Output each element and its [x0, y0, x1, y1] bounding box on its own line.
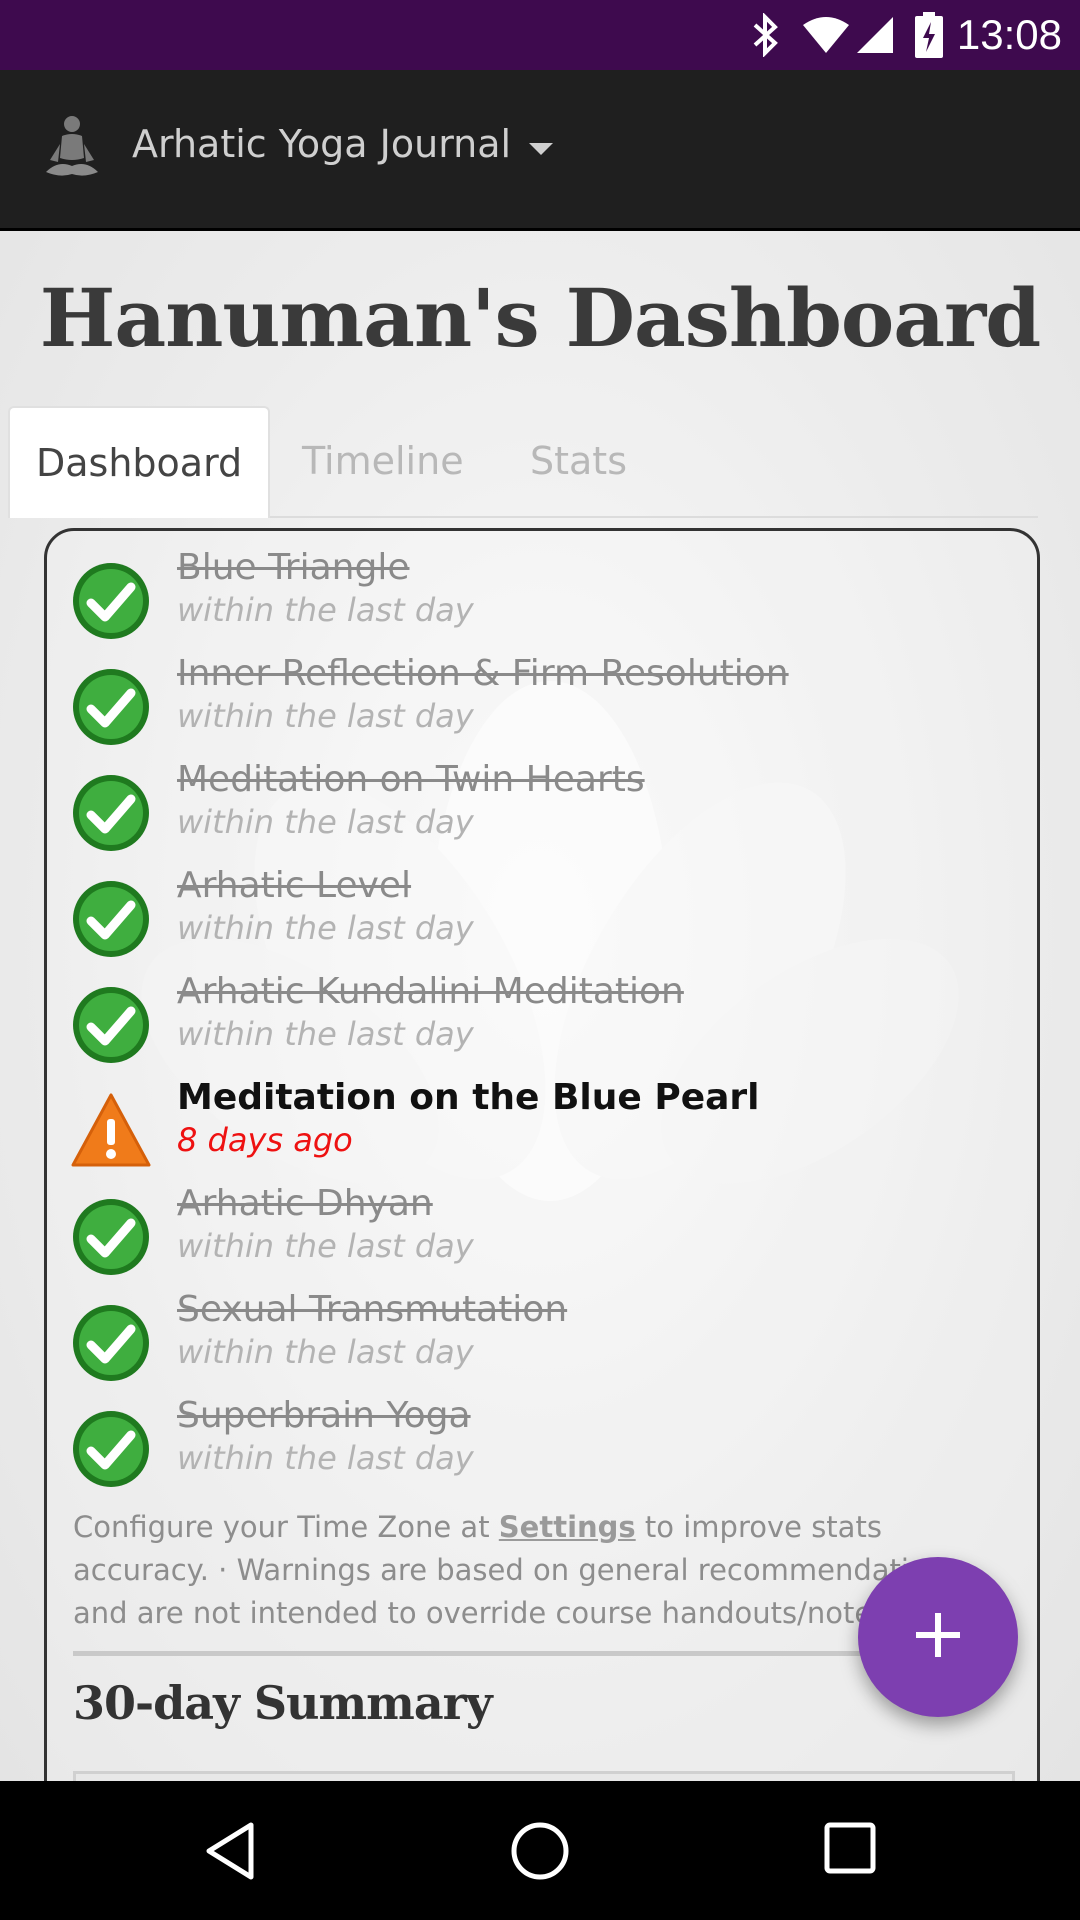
practice-name: Superbrain Yoga: [177, 1395, 471, 1436]
summary-title: 30-day Summary: [73, 1676, 493, 1730]
home-icon[interactable]: [510, 1821, 570, 1885]
app-title: Arhatic Yoga Journal: [132, 122, 512, 166]
practice-item[interactable]: Arhatic Dhyan within the last day: [71, 1183, 1011, 1283]
practice-item[interactable]: Arhatic Level within the last day: [71, 865, 1011, 965]
check-icon: [71, 773, 151, 853]
practice-item-warning[interactable]: Meditation on the Blue Pearl 8 days ago: [71, 1077, 1011, 1177]
meditating-figure-icon[interactable]: [44, 114, 100, 184]
practice-when: within the last day: [177, 1333, 474, 1371]
check-icon: [71, 879, 151, 959]
practice-item[interactable]: Blue Triangle within the last day: [71, 547, 1011, 647]
tab-dashboard[interactable]: Dashboard: [8, 406, 271, 518]
status-bar: 13:08: [0, 0, 1080, 70]
practice-when: within the last day: [177, 1439, 474, 1477]
page-title: Hanuman's Dashboard: [39, 271, 1041, 365]
practice-name: Sexual Transmutation: [177, 1289, 568, 1330]
practice-when: 8 days ago: [177, 1121, 353, 1159]
status-icons: 13:08: [751, 0, 1062, 70]
summary-table: [73, 1771, 1015, 1781]
check-icon: [71, 667, 151, 747]
check-icon: [71, 1197, 151, 1277]
check-icon: [71, 1409, 151, 1489]
plus-icon: [914, 1611, 962, 1663]
battery-charging-icon: [914, 12, 943, 58]
note-prefix: Configure your Time Zone at: [73, 1510, 499, 1544]
system-nav-bar: [0, 1781, 1080, 1920]
practice-when: within the last day: [177, 909, 474, 947]
practice-when: within the last day: [177, 803, 474, 841]
settings-link[interactable]: Settings: [499, 1510, 636, 1544]
practice-name: Blue Triangle: [177, 547, 410, 588]
wifi-icon: [802, 15, 849, 55]
practice-item[interactable]: Meditation on Twin Hearts within the las…: [71, 759, 1011, 859]
practice-name: Meditation on Twin Hearts: [177, 759, 645, 800]
practice-item[interactable]: Inner Reflection & Firm Resolution withi…: [71, 653, 1011, 753]
status-time: 13:08: [956, 11, 1062, 58]
tab-stats[interactable]: Stats: [530, 406, 627, 516]
warning-icon: [71, 1091, 151, 1171]
practice-when: within the last day: [177, 591, 474, 629]
tab-bar: Dashboard Timeline Stats: [8, 406, 1038, 518]
tab-timeline[interactable]: Timeline: [302, 406, 464, 516]
caret-down-icon: [529, 122, 554, 166]
practice-item[interactable]: Sexual Transmutation within the last day: [71, 1289, 1011, 1389]
bluetooth-icon: [751, 13, 781, 57]
practice-name: Arhatic Level: [177, 865, 412, 906]
app-title-dropdown[interactable]: Arhatic Yoga Journal: [132, 122, 554, 166]
signal-icon: [855, 15, 895, 55]
practice-when: within the last day: [177, 1227, 474, 1265]
practice-item[interactable]: Superbrain Yoga within the last day: [71, 1395, 1011, 1495]
back-icon[interactable]: [203, 1821, 257, 1885]
practice-when: within the last day: [177, 697, 474, 735]
check-icon: [71, 985, 151, 1065]
app-bar: Arhatic Yoga Journal: [0, 70, 1080, 231]
recents-icon[interactable]: [823, 1821, 877, 1879]
content-area: Hanuman's Dashboard Dashboard Timeline S…: [0, 231, 1080, 1781]
check-icon: [71, 1303, 151, 1383]
practice-name: Arhatic Dhyan: [177, 1183, 433, 1224]
practice-name: Meditation on the Blue Pearl: [177, 1077, 760, 1118]
practice-when: within the last day: [177, 1015, 474, 1053]
practice-item[interactable]: Arhatic Kundalini Meditation within the …: [71, 971, 1011, 1071]
check-icon: [71, 561, 151, 641]
add-entry-button[interactable]: [858, 1557, 1018, 1717]
practice-name: Inner Reflection & Firm Resolution: [177, 653, 789, 694]
practice-name: Arhatic Kundalini Meditation: [177, 971, 684, 1012]
